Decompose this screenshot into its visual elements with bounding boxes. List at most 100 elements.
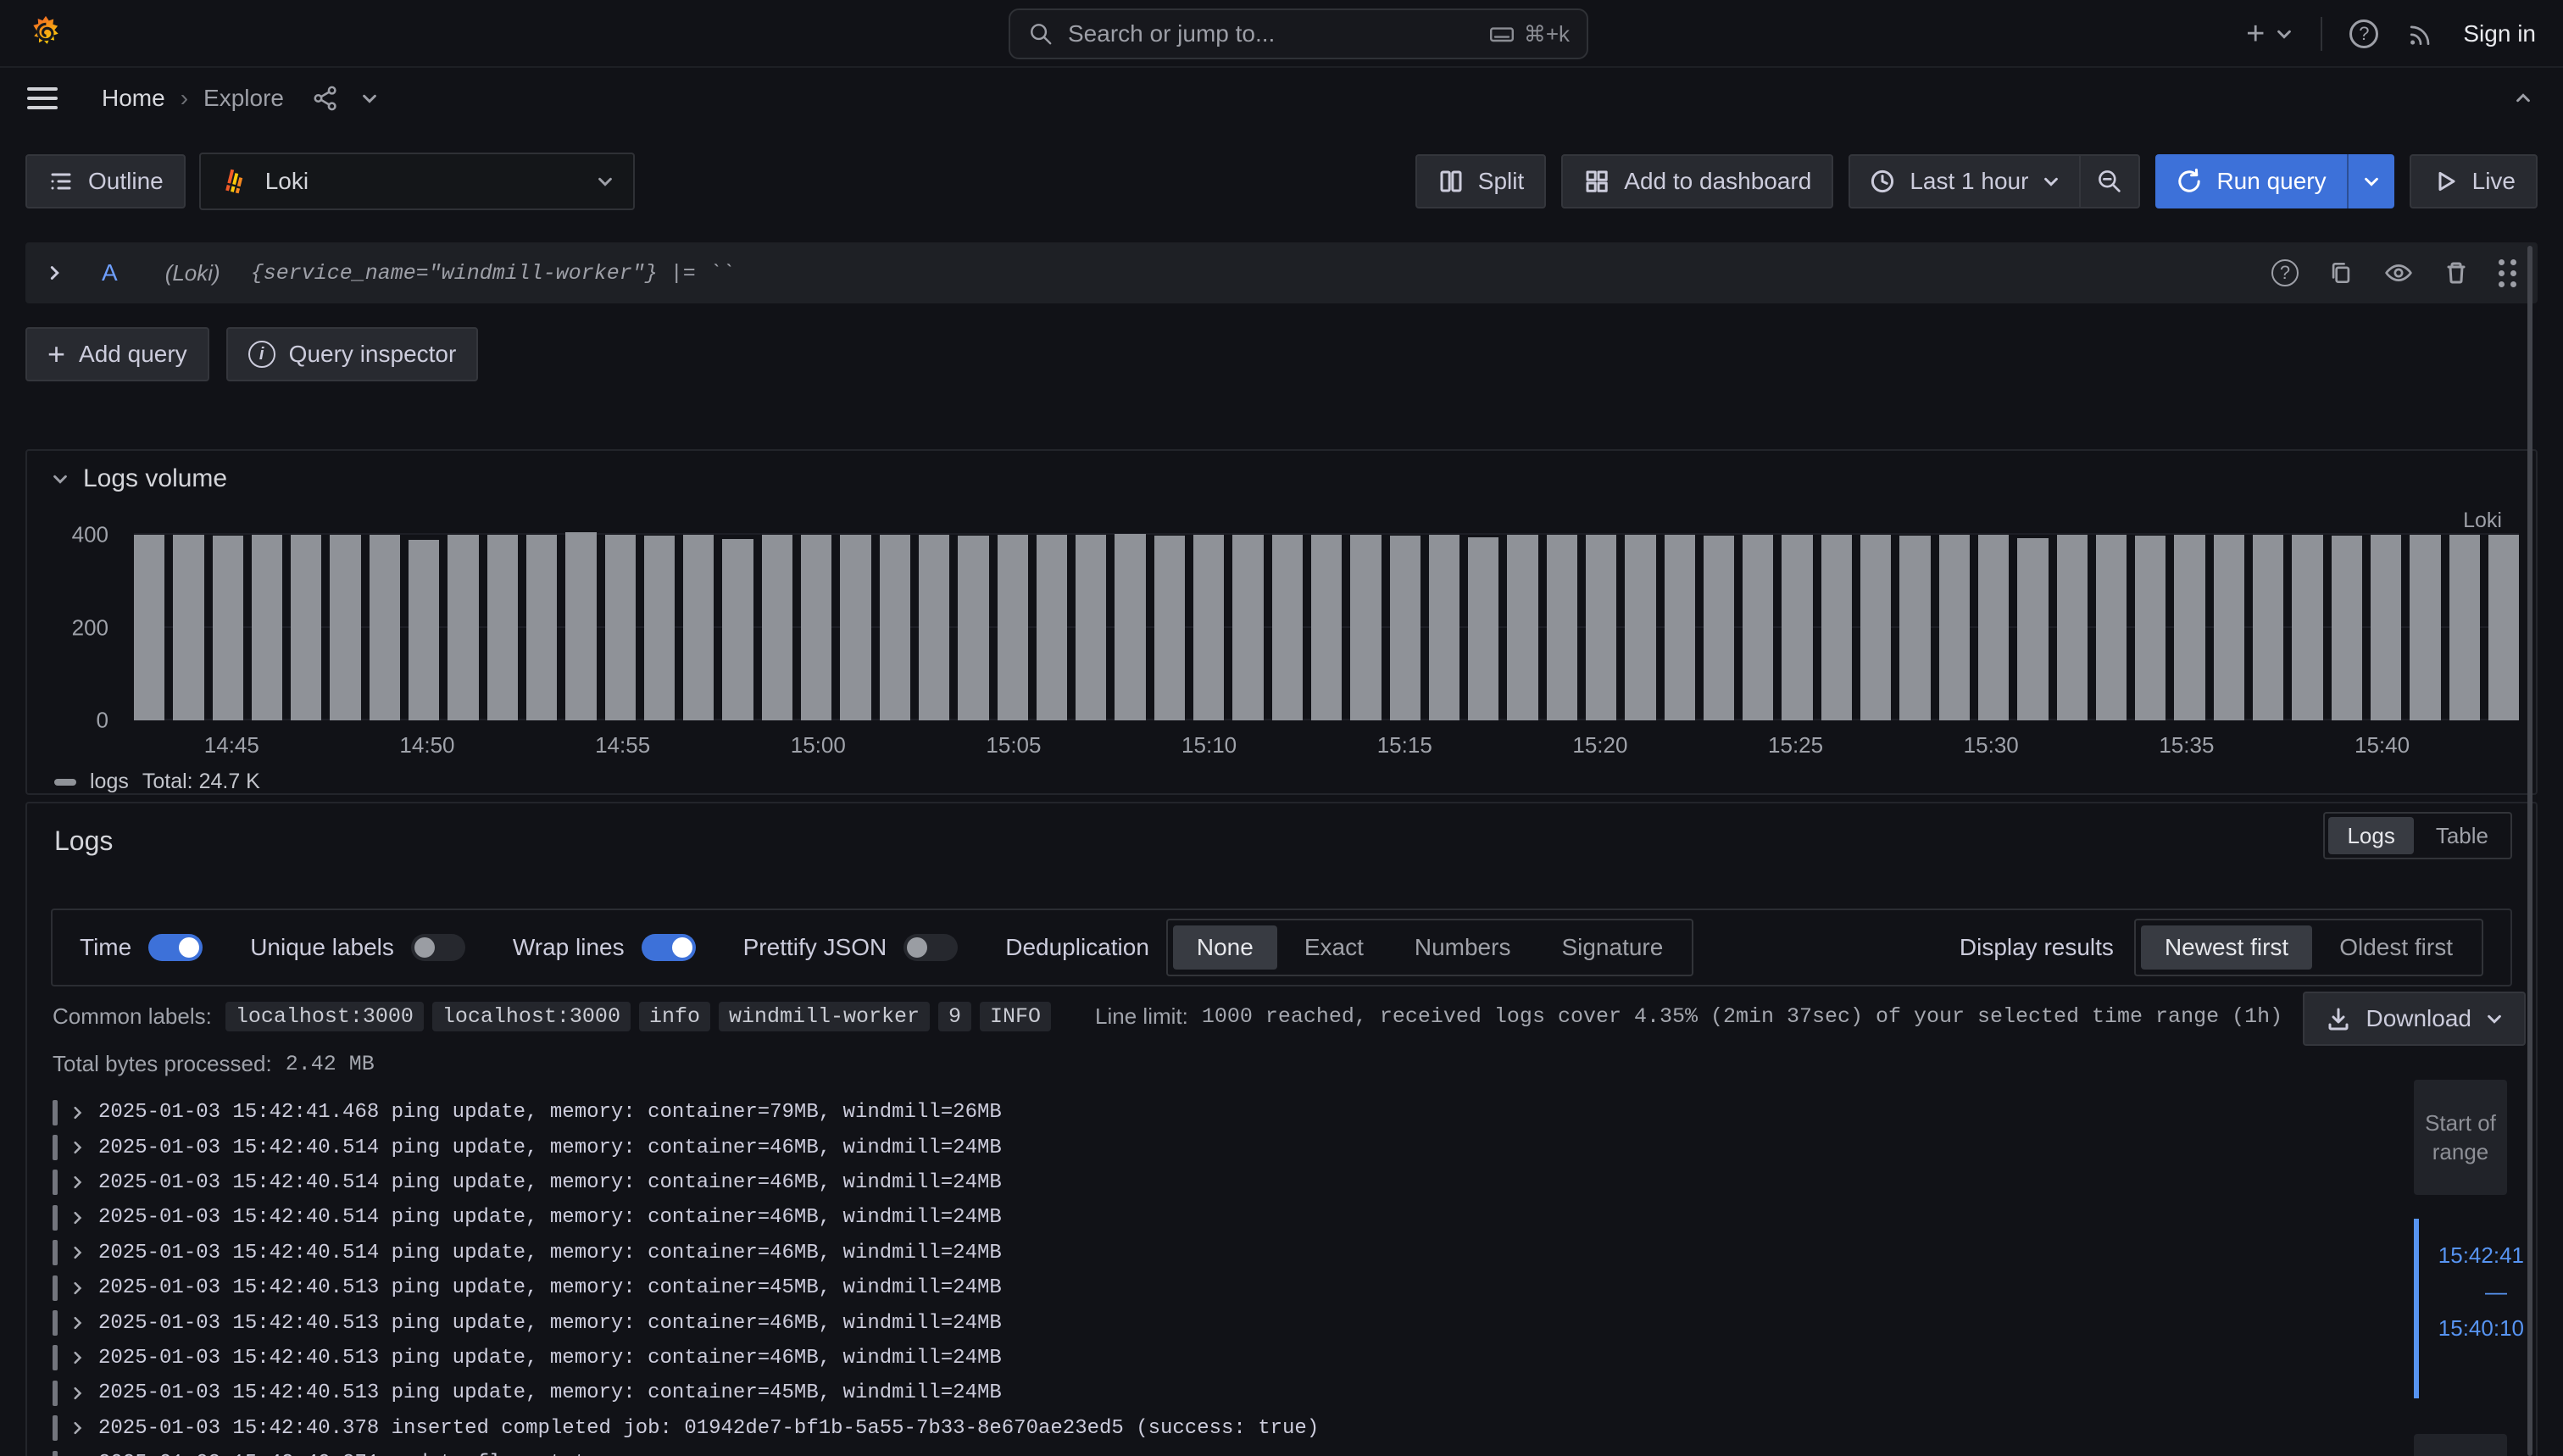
- copy-icon[interactable]: [2327, 259, 2355, 286]
- new-button[interactable]: +: [2246, 18, 2293, 50]
- logs-volume-chart: [134, 531, 2519, 720]
- eye-icon[interactable]: [2383, 258, 2414, 288]
- log-expand-icon[interactable]: [69, 1420, 86, 1437]
- legend-series-name[interactable]: logs: [90, 770, 129, 794]
- toggle-switch-prettify-json[interactable]: [903, 934, 958, 961]
- volume-bar: [919, 535, 949, 720]
- log-row[interactable]: 2025-01-03 15:42:40.513 ping update, mem…: [53, 1305, 2383, 1340]
- search-input[interactable]: Search or jump to... ⌘+k: [1009, 8, 1588, 59]
- log-expand-icon[interactable]: [69, 1385, 86, 1402]
- start-of-range-box: Start of range: [2414, 1080, 2507, 1195]
- query-expression[interactable]: {service_name="windmill-worker"} |= ``: [251, 261, 734, 286]
- volume-bar: [1743, 535, 1773, 720]
- logs-panel-title: Logs: [54, 825, 113, 857]
- chevron-down-icon: [596, 172, 614, 191]
- time-range-marker-line[interactable]: [2414, 1219, 2419, 1398]
- add-query-button[interactable]: + Add query: [25, 327, 209, 381]
- menu-toggle-icon[interactable]: [27, 87, 58, 109]
- log-expand-icon[interactable]: [69, 1174, 86, 1191]
- news-rss-icon[interactable]: [2405, 19, 2436, 49]
- toggle-switch-time[interactable]: [148, 934, 203, 961]
- log-expand-icon[interactable]: [69, 1280, 86, 1297]
- log-row[interactable]: 2025-01-03 15:42:40.514 ping update, mem…: [53, 1165, 2383, 1200]
- view-option-logs[interactable]: Logs: [2328, 817, 2413, 854]
- log-level-bar: [53, 1100, 58, 1125]
- log-row[interactable]: 2025-01-03 15:42:40.514 ping update, mem…: [53, 1200, 2383, 1235]
- x-axis-tick: 15:40: [2355, 732, 2410, 759]
- zoom-out-time-button[interactable]: [2079, 156, 2138, 207]
- time-range-button[interactable]: Last 1 hour: [1850, 168, 2079, 195]
- volume-bar: [683, 535, 714, 720]
- add-to-dashboard-button[interactable]: Add to dashboard: [1561, 154, 1833, 208]
- expand-query-icon[interactable]: [46, 264, 64, 282]
- log-row[interactable]: 2025-01-03 15:42:40.513 ping update, mem…: [53, 1270, 2383, 1305]
- log-row[interactable]: 2025-01-03 15:42:40.371 update flow stat…: [53, 1446, 2383, 1456]
- common-label-badge: windmill-worker: [719, 1002, 930, 1031]
- query-help-icon[interactable]: ?: [2271, 259, 2299, 286]
- help-icon[interactable]: ?: [2349, 19, 2378, 48]
- x-axis-tick: 14:55: [595, 732, 650, 759]
- sign-in-link[interactable]: Sign in: [2463, 20, 2536, 47]
- log-expand-icon[interactable]: [69, 1349, 86, 1366]
- toggle-switch-unique-labels[interactable]: [411, 934, 465, 961]
- dedup-option-numbers[interactable]: Numbers: [1391, 925, 1535, 970]
- drag-handle-icon[interactable]: [2499, 259, 2517, 287]
- dedup-option-signature[interactable]: Signature: [1537, 925, 1687, 970]
- dedup-option-exact[interactable]: Exact: [1281, 925, 1387, 970]
- grafana-logo-icon[interactable]: [27, 14, 64, 52]
- display-results-options: Newest firstOldest first: [2134, 919, 2483, 976]
- common-labels-label: Common labels:: [53, 1003, 212, 1030]
- log-expand-icon[interactable]: [69, 1104, 86, 1121]
- toggle-switch-wrap-lines[interactable]: [642, 934, 696, 961]
- log-row[interactable]: 2025-01-03 15:42:40.514 ping update, mem…: [53, 1236, 2383, 1270]
- display-option-newest-first[interactable]: Newest first: [2141, 925, 2312, 970]
- run-query-button[interactable]: Run query: [2155, 168, 2346, 195]
- display-option-oldest-first[interactable]: Oldest first: [2316, 925, 2477, 970]
- logs-meta-row: Common labels: localhost:3000localhost:3…: [53, 1002, 2282, 1031]
- query-datasource-hint: (Loki): [165, 260, 220, 286]
- logs-volume-title: Logs volume: [83, 464, 227, 493]
- outline-button[interactable]: Outline: [25, 154, 186, 208]
- download-button[interactable]: Download: [2303, 992, 2526, 1046]
- breadcrumb-home[interactable]: Home: [102, 85, 165, 112]
- split-button[interactable]: Split: [1415, 154, 1546, 208]
- log-expand-icon[interactable]: [69, 1314, 86, 1331]
- log-row[interactable]: 2025-01-03 15:42:40.513 ping update, mem…: [53, 1375, 2383, 1410]
- live-button[interactable]: Live: [2410, 154, 2538, 208]
- toggle-group-time: Time: [80, 934, 203, 961]
- log-level-bar: [53, 1170, 58, 1195]
- volume-bar: [1782, 535, 1812, 720]
- log-row[interactable]: 2025-01-03 15:42:40.378 inserted complet…: [53, 1411, 2383, 1446]
- query-inspector-button[interactable]: i Query inspector: [226, 327, 479, 381]
- share-icon[interactable]: [311, 84, 340, 113]
- datasource-picker[interactable]: Loki: [199, 153, 635, 210]
- x-axis-tick: 15:30: [1964, 732, 2019, 759]
- log-expand-icon[interactable]: [69, 1244, 86, 1261]
- log-line-text: 2025-01-03 15:42:40.514 ping update, mem…: [98, 1136, 1002, 1159]
- toggle-label: Time: [80, 934, 131, 961]
- log-expand-icon[interactable]: [69, 1209, 86, 1226]
- logs-volume-header[interactable]: Logs volume: [27, 451, 2536, 493]
- dedup-option-none[interactable]: None: [1173, 925, 1277, 970]
- volume-bar: [1232, 535, 1263, 720]
- trash-icon[interactable]: [2443, 259, 2470, 286]
- log-expand-icon[interactable]: [69, 1139, 86, 1156]
- x-axis-tick: 14:45: [204, 732, 259, 759]
- chevron-down-icon[interactable]: [360, 89, 379, 108]
- run-query-dropdown[interactable]: [2347, 154, 2394, 208]
- volume-bar: [1037, 535, 1067, 720]
- volume-bar: [291, 535, 321, 720]
- volume-bar: [2410, 535, 2440, 720]
- scrollbar-thumb[interactable]: [2527, 246, 2532, 1456]
- query-ref-id[interactable]: A: [102, 259, 118, 286]
- log-row[interactable]: 2025-01-03 15:42:40.514 ping update, mem…: [53, 1130, 2383, 1164]
- add-query-label: Add query: [79, 341, 187, 368]
- view-option-table[interactable]: Table: [2417, 817, 2507, 854]
- log-row[interactable]: 2025-01-03 15:42:41.468 ping update, mem…: [53, 1095, 2383, 1130]
- log-row[interactable]: 2025-01-03 15:42:40.513 ping update, mem…: [53, 1341, 2383, 1375]
- volume-bar: [2371, 535, 2401, 720]
- chevron-up-icon[interactable]: [2514, 89, 2532, 108]
- legend-total: Total: 24.7 K: [142, 770, 260, 794]
- volume-bar: [2096, 535, 2127, 720]
- breadcrumb-explore[interactable]: Explore: [203, 85, 284, 112]
